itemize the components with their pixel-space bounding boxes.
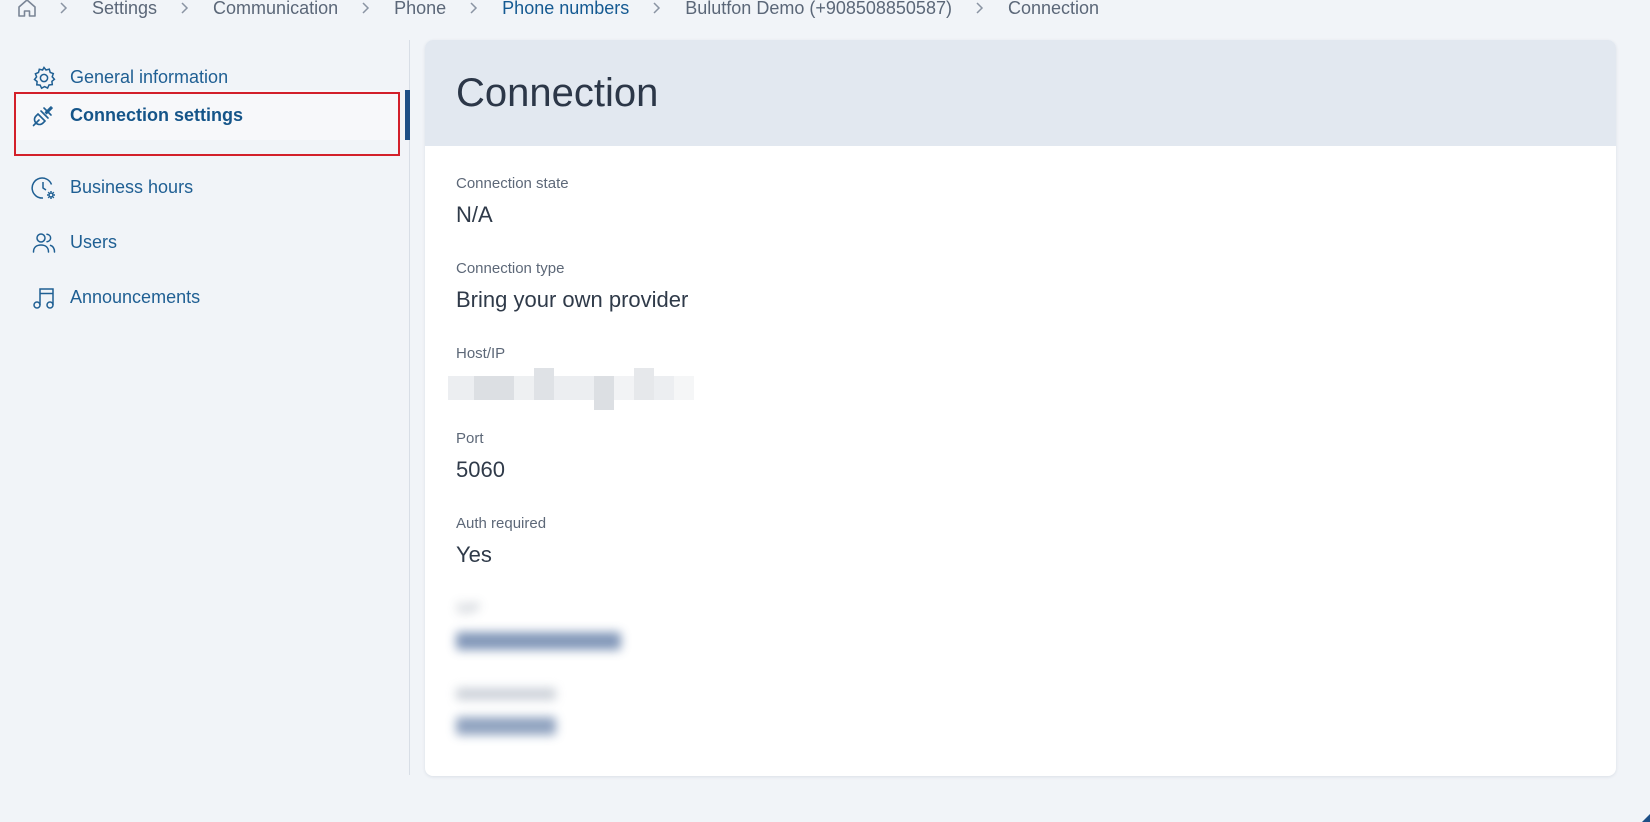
- sidebar: General information Connection settings: [0, 40, 410, 775]
- field-label: Auth required: [456, 515, 547, 532]
- chevron-right-icon: [468, 1, 480, 15]
- field-label: Host/IP: [456, 345, 506, 362]
- sidebar-item-connection-settings[interactable]: Connection settings: [16, 90, 410, 140]
- breadcrumb-connection: Connection: [1007, 0, 1100, 18]
- sidebar-item-label: Business hours: [70, 177, 194, 197]
- page-title: Connection: [456, 70, 659, 115]
- field-connection-type: Connection type Bring your own provider: [456, 259, 1616, 344]
- field-connection-state: Connection state N/A: [456, 174, 1616, 259]
- field-label: Connection state: [456, 175, 569, 192]
- redacted-host-value: [448, 368, 698, 410]
- home-icon[interactable]: [16, 0, 38, 19]
- breadcrumb: Settings Communication Phone Phone numbe…: [0, 0, 1121, 21]
- chevron-right-icon: [179, 1, 191, 15]
- chevron-right-icon: [651, 1, 663, 15]
- chevron-right-icon: [360, 1, 372, 15]
- sidebar-item-business-hours[interactable]: Business hours: [16, 160, 398, 215]
- field-label: SIP: [456, 600, 481, 617]
- sidebar-item-label: Users: [70, 232, 118, 252]
- field-label-redacted: [456, 684, 1616, 704]
- sidebar-item-label: General information: [70, 67, 229, 87]
- card-header: Connection: [425, 40, 1616, 146]
- field-label: Port: [456, 430, 484, 447]
- field-label: Connection type: [456, 260, 565, 277]
- breadcrumb-communication[interactable]: Communication: [213, 0, 338, 19]
- chevron-right-icon: [974, 1, 986, 15]
- connection-card: Connection Connection state N/A Connecti…: [425, 40, 1616, 776]
- chevron-right-icon: [58, 1, 70, 15]
- breadcrumb-phone-number-detail[interactable]: Bulutfon Demo (+908508850587): [685, 0, 952, 19]
- field-value: Bring your own provider: [456, 287, 689, 312]
- breadcrumb-settings[interactable]: Settings: [92, 0, 157, 19]
- field-sip-redacted: SIP: [456, 599, 1616, 684]
- field-value: N/A: [456, 202, 493, 227]
- connection-fields: Connection state N/A Connection type Bri…: [425, 146, 1616, 769]
- sidebar-item-label: Connection settings: [70, 104, 244, 125]
- field-auth-required: Auth required Yes: [456, 514, 1616, 599]
- field-redacted: [456, 684, 1616, 769]
- field-value-redacted: [456, 623, 1616, 657]
- breadcrumb-phone[interactable]: Phone: [394, 0, 446, 19]
- clock-gear-icon: [31, 175, 57, 201]
- field-host-ip: Host/IP: [448, 344, 1616, 429]
- breadcrumb-phone-numbers[interactable]: Phone numbers: [502, 0, 629, 19]
- plug-icon: [31, 102, 57, 128]
- field-value: Yes: [456, 542, 492, 567]
- gear-icon: [31, 65, 57, 91]
- field-port: Port 5060: [456, 429, 1616, 514]
- users-icon: [31, 230, 57, 256]
- field-value-redacted: [456, 708, 1616, 742]
- sidebar-item-announcements[interactable]: Announcements: [16, 270, 398, 325]
- sidebar-item-label: Announcements: [70, 287, 201, 307]
- field-value: 5060: [456, 457, 505, 482]
- music-note-icon: [31, 285, 57, 311]
- sidebar-item-users[interactable]: Users: [16, 215, 398, 270]
- corner-resize-handle: [1642, 814, 1650, 822]
